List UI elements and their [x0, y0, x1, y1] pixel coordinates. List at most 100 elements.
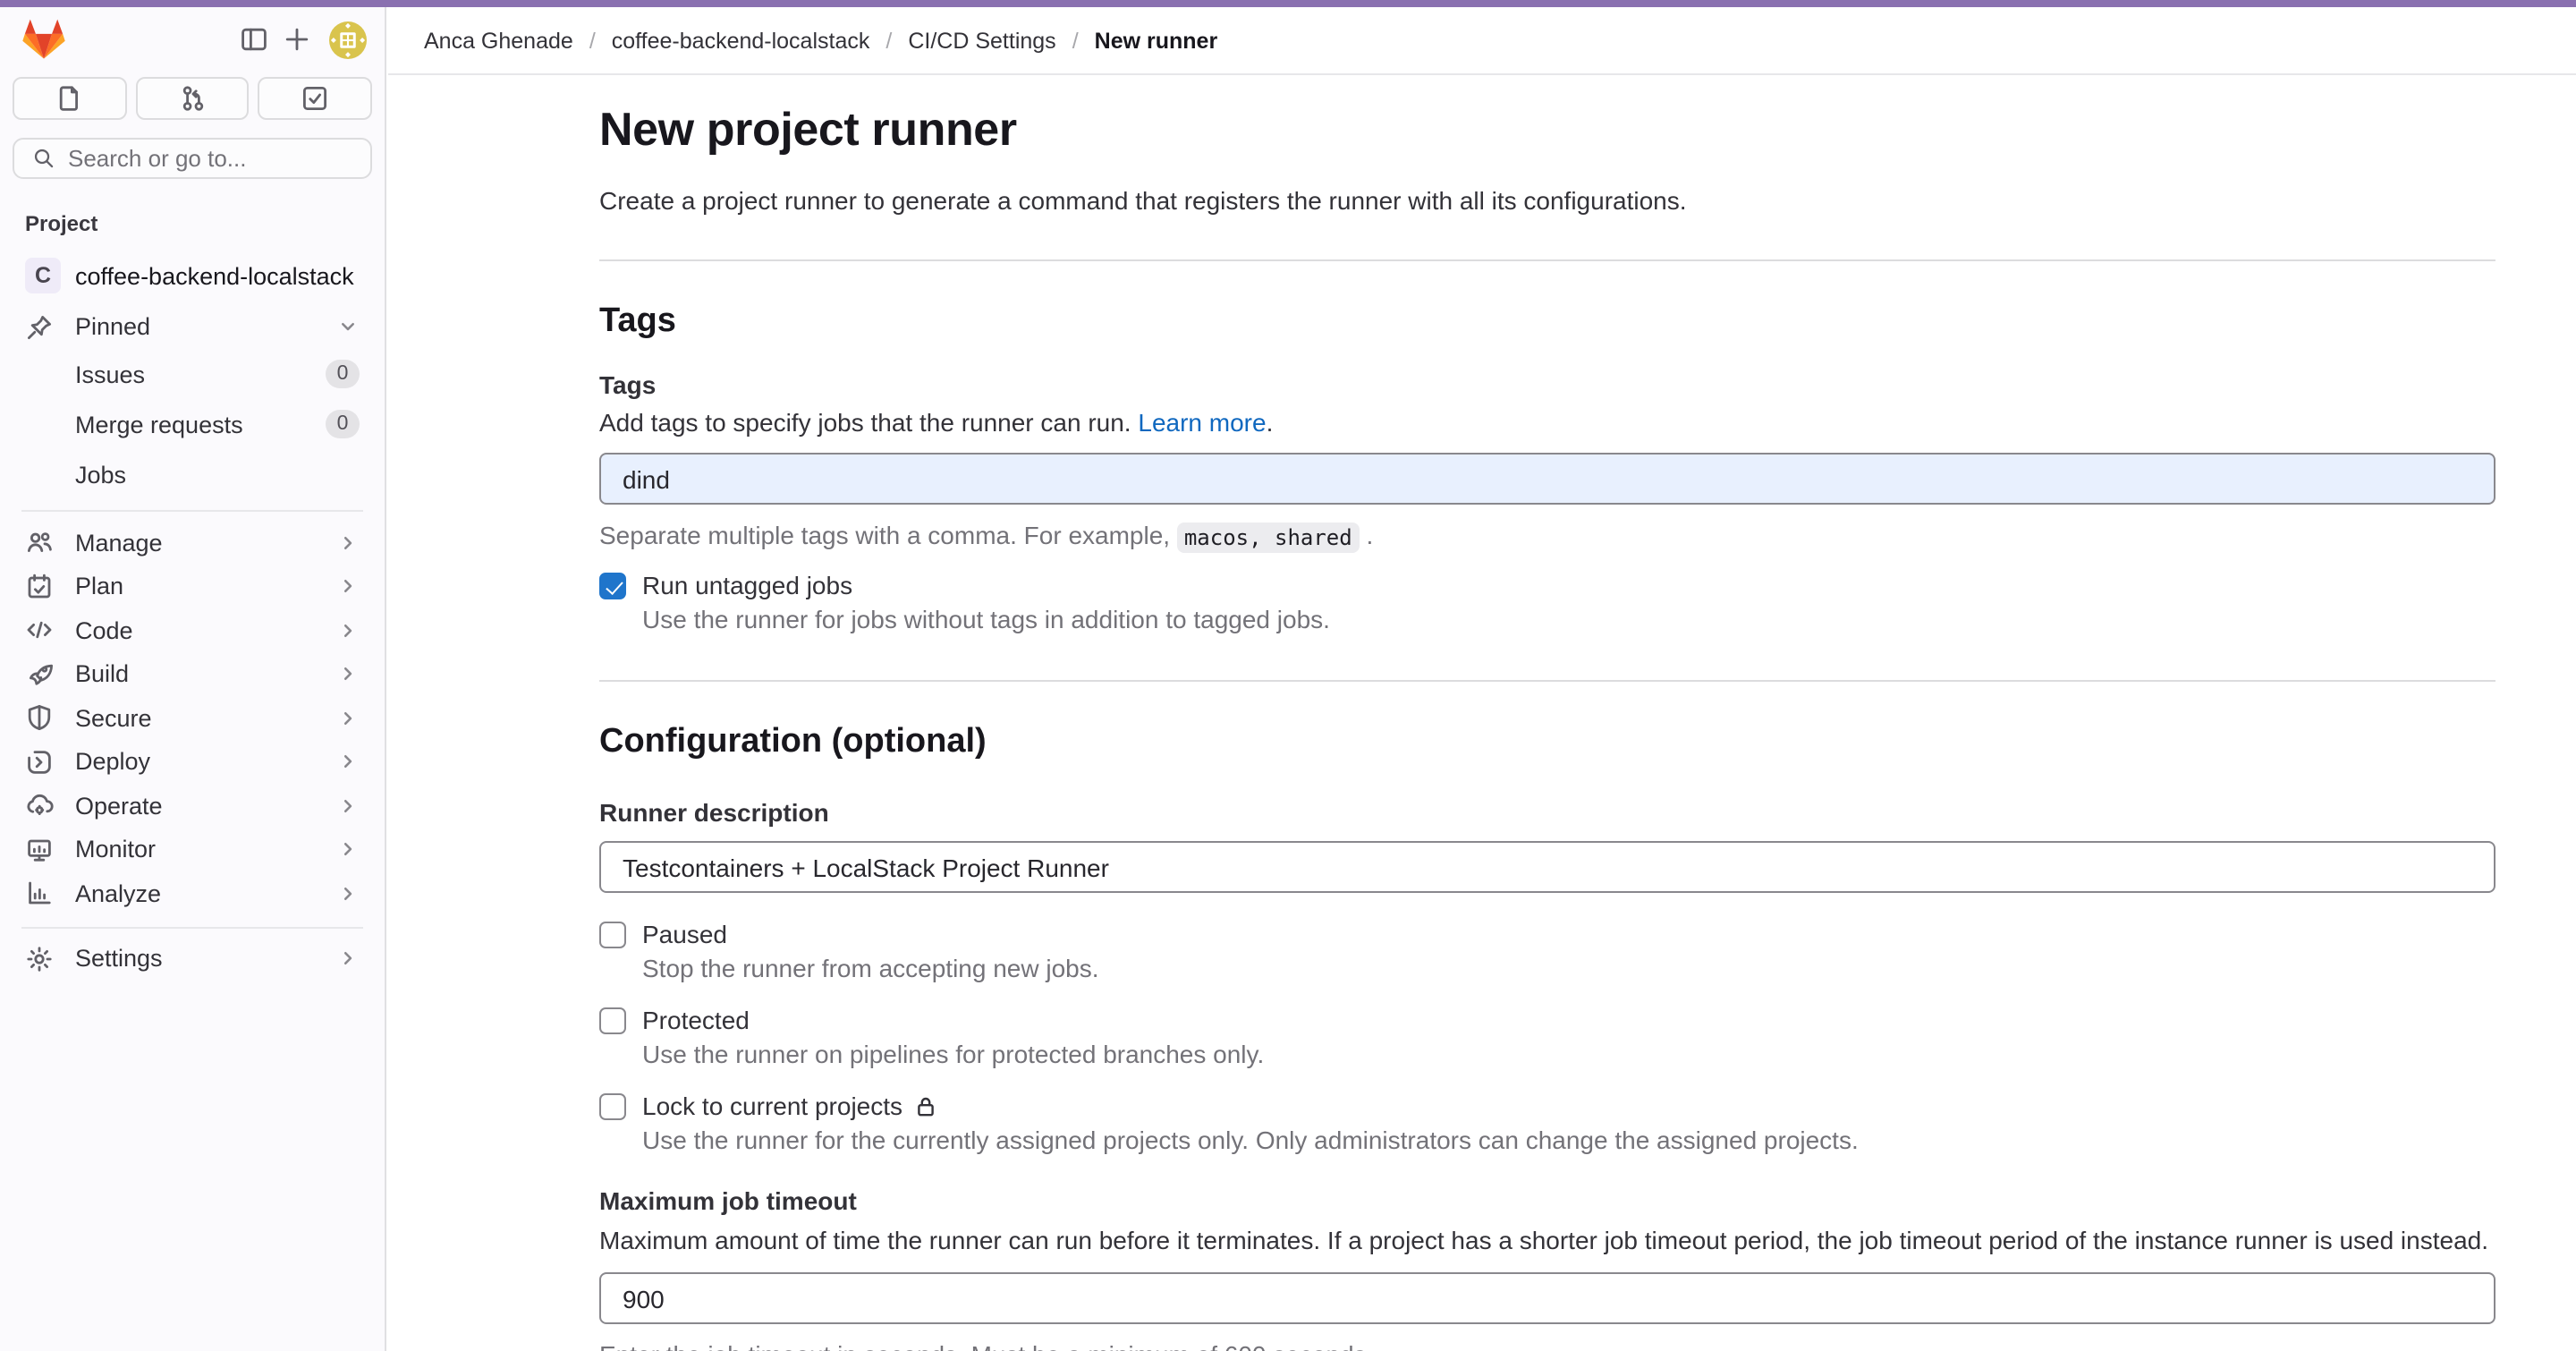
timeout-hint: Enter the job timeout in seconds. Must b…	[599, 1340, 2496, 1351]
page-subtitle: Create a project runner to generate a co…	[599, 184, 2496, 217]
issue-icon	[55, 84, 84, 113]
build-label: Build	[75, 661, 336, 688]
project-name: coffee-backend-localstack	[75, 262, 360, 289]
tags-help-period: .	[1267, 408, 1274, 437]
chevron-right-icon	[336, 619, 360, 642]
breadcrumb-current: New runner	[1095, 28, 1218, 53]
sidebar-item-settings[interactable]: Settings	[7, 937, 377, 981]
tags-input[interactable]	[599, 453, 2496, 505]
paused-checkbox[interactable]	[599, 922, 626, 948]
issues-shortcut-button[interactable]	[13, 77, 126, 120]
run-untagged-row: Run untagged jobs	[599, 571, 2496, 599]
chevron-right-icon	[336, 947, 360, 971]
paused-row: Paused	[599, 920, 2496, 948]
avatar-identicon	[329, 21, 367, 58]
pin-icon	[25, 312, 54, 341]
merge-requests-label: Merge requests	[75, 411, 326, 438]
project-avatar: C	[25, 258, 61, 293]
chevron-down-icon	[336, 315, 360, 338]
run-untagged-help: Use the runner for jobs without tags in …	[642, 605, 2496, 635]
sidebar-item-analyze[interactable]: Analyze	[7, 871, 377, 915]
topbar: Anca Ghenade / coffee-backend-localstack…	[388, 7, 2576, 75]
merge-requests-count-badge: 0	[326, 410, 360, 438]
paused-help: Stop the runner from accepting new jobs.	[642, 954, 2496, 984]
runner-description-label: Runner description	[599, 798, 2496, 827]
search-icon	[32, 147, 55, 170]
sidebar-item-plan[interactable]: Plan	[7, 565, 377, 608]
configuration-section-heading: Configuration (optional)	[599, 719, 2496, 766]
search-input[interactable]: Search or go to...	[13, 138, 372, 179]
protected-help: Use the runner on pipelines for protecte…	[642, 1040, 2496, 1070]
run-untagged-checkbox[interactable]	[599, 573, 626, 599]
chevron-right-icon	[336, 575, 360, 599]
user-avatar[interactable]	[329, 21, 367, 58]
lock-icon	[913, 1094, 936, 1117]
paused-label[interactable]: Paused	[642, 920, 727, 948]
protected-label[interactable]: Protected	[642, 1006, 750, 1034]
sidebar-item-build[interactable]: Build	[7, 652, 377, 696]
sidebar-divider	[21, 926, 363, 928]
tags-hint-code: macos, shared	[1177, 522, 1360, 552]
chevron-right-icon	[336, 751, 360, 774]
sidebar-item-issues[interactable]: Issues 0	[7, 349, 377, 399]
timeout-label: Maximum job timeout	[599, 1186, 2496, 1215]
sidebar-item-merge-requests[interactable]: Merge requests 0	[7, 399, 377, 449]
sidebar-item-pinned[interactable]: Pinned	[7, 304, 377, 349]
tanuki-icon	[21, 18, 65, 61]
new-runner-form: New project runner Create a project runn…	[388, 75, 2576, 1351]
check-square-icon	[301, 84, 329, 113]
sidebar-item-deploy[interactable]: Deploy	[7, 740, 377, 784]
sidebar-item-operate[interactable]: Operate	[7, 784, 377, 828]
sidebar-item-monitor[interactable]: Monitor	[7, 828, 377, 871]
todo-shortcut-button[interactable]	[258, 77, 372, 120]
plus-icon	[283, 25, 311, 54]
sidebar-item-secure[interactable]: Secure	[7, 696, 377, 740]
merge-request-icon	[178, 84, 207, 113]
sidebar-item-project[interactable]: C coffee-backend-localstack	[7, 251, 377, 301]
calendar-check-icon	[25, 573, 54, 601]
monitor-icon	[25, 836, 54, 864]
deploy-label: Deploy	[75, 749, 336, 776]
run-untagged-label[interactable]: Run untagged jobs	[642, 571, 852, 599]
sidebar-divider	[21, 510, 363, 512]
deploy-icon	[25, 748, 54, 777]
runner-description-input[interactable]	[599, 841, 2496, 893]
jobs-label: Jobs	[75, 461, 360, 488]
lock-projects-help: Use the runner for the currently assigne…	[642, 1126, 2496, 1156]
breadcrumb-separator: /	[1072, 28, 1079, 53]
sidebar: Search or go to... Project C coffee-back…	[0, 7, 386, 1351]
settings-label: Settings	[75, 946, 336, 973]
breadcrumb: Anca Ghenade / coffee-backend-localstack…	[424, 28, 1217, 53]
gitlab-logo-icon[interactable]	[18, 18, 68, 61]
chevron-right-icon	[336, 882, 360, 905]
protected-checkbox[interactable]	[599, 1007, 626, 1034]
tags-hint-prefix: Separate multiple tags with a comma. For…	[599, 521, 1177, 549]
merge-requests-shortcut-button[interactable]	[135, 77, 249, 120]
top-accent-bar	[0, 0, 2576, 7]
chevron-right-icon	[336, 707, 360, 730]
breadcrumb-cicd-settings[interactable]: CI/CD Settings	[908, 28, 1055, 53]
manage-label: Manage	[75, 530, 336, 557]
code-label: Code	[75, 617, 336, 644]
tags-hint: Separate multiple tags with a comma. For…	[599, 521, 2496, 549]
create-new-button[interactable]	[275, 18, 318, 61]
sidebar-toggle-button[interactable]	[233, 18, 275, 61]
sidebar-item-jobs[interactable]: Jobs	[7, 449, 377, 499]
breadcrumb-project[interactable]: coffee-backend-localstack	[612, 28, 870, 53]
secure-label: Secure	[75, 705, 336, 732]
timeout-description: Maximum amount of time the runner can ru…	[599, 1226, 2496, 1256]
issues-label: Issues	[75, 361, 326, 387]
sidebar-item-code[interactable]: Code	[7, 608, 377, 652]
timeout-input[interactable]	[599, 1272, 2496, 1324]
breadcrumb-separator: /	[886, 28, 892, 53]
cloud-gear-icon	[25, 792, 54, 820]
breadcrumb-user[interactable]: Anca Ghenade	[424, 28, 573, 53]
lock-projects-label[interactable]: Lock to current projects	[642, 1092, 936, 1120]
panel-left-icon	[240, 25, 268, 54]
lock-projects-checkbox[interactable]	[599, 1093, 626, 1120]
learn-more-link[interactable]: Learn more	[1138, 408, 1266, 437]
tags-field-label: Tags	[599, 370, 2496, 399]
sidebar-item-manage[interactable]: Manage	[7, 521, 377, 565]
tags-hint-suffix: .	[1360, 521, 1374, 549]
operate-label: Operate	[75, 793, 336, 820]
